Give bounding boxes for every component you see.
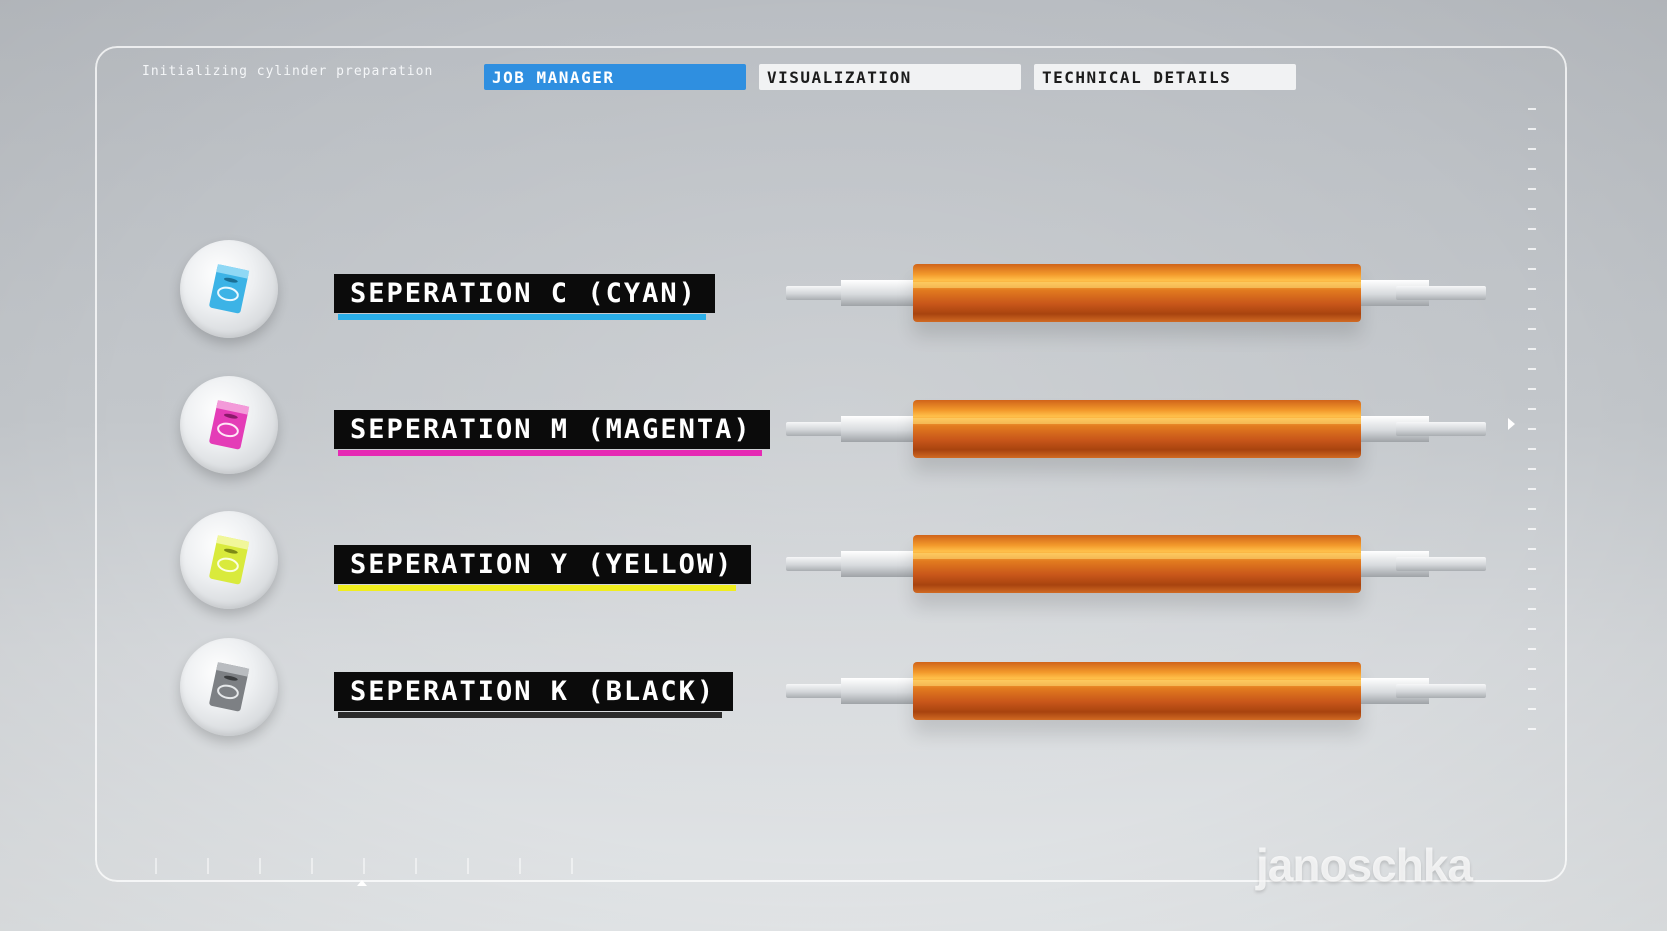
ink-disc[interactable]: [180, 240, 278, 338]
separation-row-magenta[interactable]: SEPERATION M (MAGENTA): [0, 374, 1667, 484]
ink-disc[interactable]: [180, 638, 278, 736]
tab-visualization[interactable]: VISUALIZATION: [759, 64, 1021, 90]
tab-label: TECHNICAL DETAILS: [1042, 67, 1232, 87]
brand-logo: janoschka: [1256, 839, 1473, 891]
tab-label: JOB MANAGER: [492, 67, 615, 87]
bottom-ruler-caret-icon: [357, 880, 367, 886]
tab-job-manager[interactable]: JOB MANAGER: [484, 64, 746, 90]
cyan-ink-packet-icon: [209, 264, 250, 314]
cylinder-cyan: [786, 262, 1486, 326]
separation-row-yellow[interactable]: SEPERATION Y (YELLOW): [0, 509, 1667, 619]
accent-underline: [338, 712, 722, 718]
tab-label: VISUALIZATION: [767, 67, 912, 87]
ink-disc[interactable]: [180, 376, 278, 474]
separation-label: SEPERATION M (MAGENTA): [334, 410, 770, 449]
separation-row-black[interactable]: SEPERATION K (BLACK): [0, 636, 1667, 746]
ink-disc[interactable]: [180, 511, 278, 609]
cylinder-black: [786, 660, 1486, 724]
black-ink-packet-icon: [209, 662, 250, 712]
separation-label-cyan: SEPERATION C (CYAN): [334, 274, 715, 320]
separation-row-cyan[interactable]: SEPERATION C (CYAN): [0, 238, 1667, 348]
separation-label-black: SEPERATION K (BLACK): [334, 672, 734, 718]
status-text: Initializing cylinder preparation: [142, 64, 434, 79]
magenta-ink-packet-icon: [209, 400, 250, 450]
tab-technical-details[interactable]: TECHNICAL DETAILS: [1034, 64, 1296, 90]
separation-label: SEPERATION K (BLACK): [334, 672, 734, 711]
separation-label: SEPERATION C (CYAN): [334, 274, 715, 313]
cylinder-yellow: [786, 533, 1486, 597]
cylinder-magenta: [786, 398, 1486, 462]
separation-label-magenta: SEPERATION M (MAGENTA): [334, 410, 770, 456]
accent-underline: [338, 585, 736, 591]
yellow-ink-packet-icon: [209, 535, 250, 585]
accent-underline: [338, 314, 706, 320]
separation-label-yellow: SEPERATION Y (YELLOW): [334, 545, 752, 591]
bottom-ruler: [155, 858, 595, 874]
separation-label: SEPERATION Y (YELLOW): [334, 545, 752, 584]
accent-underline: [338, 450, 762, 456]
